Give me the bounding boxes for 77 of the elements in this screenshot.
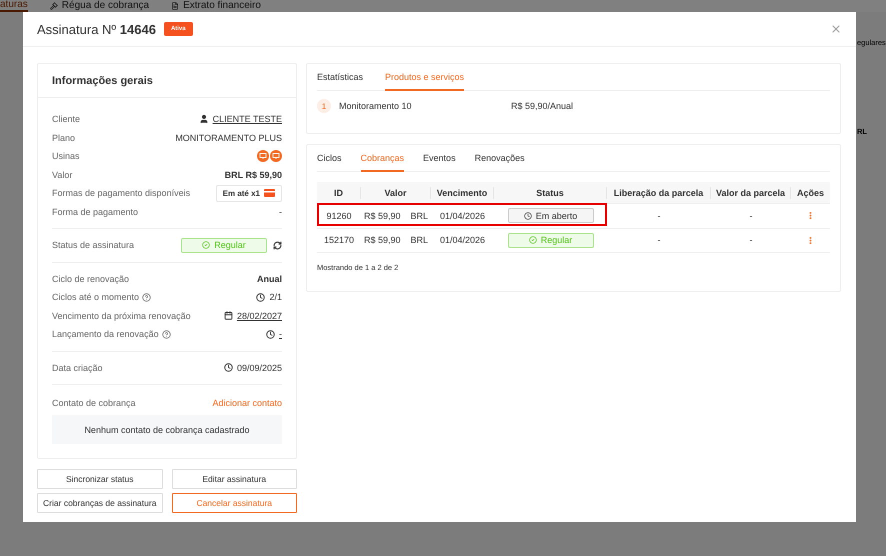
table-cell-text: 91260 xyxy=(325,210,353,221)
field-value: MONITORAMENTO PLUS xyxy=(175,132,282,143)
tab[interactable]: Estatísticas xyxy=(317,64,364,91)
field-label: Plano xyxy=(52,132,76,143)
clock-icon xyxy=(224,363,233,372)
client-link[interactable]: CLIENTE TESTE xyxy=(212,114,282,124)
column-header: Vencimento xyxy=(431,186,494,198)
date-link[interactable]: 28/02/2027 xyxy=(236,310,282,321)
close-icon[interactable] xyxy=(830,23,842,35)
product-price: R$ 59,90/Anual xyxy=(511,101,574,111)
empty-message: Nenhum contato de cobrança cadastrado xyxy=(52,415,282,444)
action-button[interactable]: Editar assinatura xyxy=(172,469,297,489)
table-cell: BRL xyxy=(410,210,428,221)
modal-title: Assinatura Nº 14646 xyxy=(37,22,156,36)
status-pill: Regular xyxy=(181,238,267,253)
column-header: Liberação da parcela xyxy=(607,186,711,198)
field-label: Cliente xyxy=(52,114,80,124)
column-header: Status xyxy=(494,186,607,198)
field-label: Usinas xyxy=(52,151,80,162)
user-icon xyxy=(198,114,209,124)
product-name: Monitoramento 10 xyxy=(339,101,413,111)
field-label: Lançamento da renovação xyxy=(52,329,159,340)
field-label: Forma de pagamento xyxy=(52,206,138,217)
field-label: Ciclo de renovação xyxy=(52,274,130,284)
calendar-icon xyxy=(224,311,233,320)
sync-icon[interactable] xyxy=(273,240,282,250)
item-number: 1 xyxy=(317,99,331,113)
table-cell-text: - xyxy=(748,235,754,246)
status-pill: Em aberto xyxy=(508,208,594,224)
nav-tab[interactable]: Extrato financeiro xyxy=(171,0,261,12)
table-cell-text: 152170 xyxy=(322,235,356,246)
document-icon xyxy=(171,2,180,10)
column-header: Ações xyxy=(796,186,825,198)
field-value: - xyxy=(279,206,282,217)
table-cell-text: - xyxy=(656,235,662,246)
field-value: Anual xyxy=(256,274,282,284)
status-pill: Regular xyxy=(508,232,594,248)
help-icon xyxy=(142,292,152,302)
table-cell-text: - xyxy=(656,210,662,221)
field-label: Data criação xyxy=(52,362,103,373)
table-cell: R$ 59,90 xyxy=(364,235,400,246)
tab[interactable]: Eventos xyxy=(423,145,456,172)
clock-icon xyxy=(266,330,275,339)
action-button[interactable]: Sincronizar status xyxy=(37,469,162,489)
column-header: Valor xyxy=(361,186,431,198)
solar-plant-icon xyxy=(270,150,282,162)
field-value: 09/09/2025 xyxy=(236,362,282,373)
column-header: ID xyxy=(317,186,361,198)
table-cell: R$ 59,90 xyxy=(364,210,400,221)
clock-icon xyxy=(256,292,266,302)
field-label: Formas de pagamento disponíveis xyxy=(52,188,190,198)
table-cell: BRL xyxy=(410,235,428,246)
clock-icon xyxy=(524,212,532,220)
gavel-icon xyxy=(50,2,58,10)
tab[interactable]: Ciclos xyxy=(317,145,342,172)
action-button[interactable]: Criar cobranças de assinatura xyxy=(37,493,162,513)
check-icon xyxy=(202,241,210,250)
field-label: Ciclos até o momento xyxy=(52,292,140,302)
field-label: Status de assinatura xyxy=(52,240,134,250)
card-title: Informações gerais xyxy=(38,64,296,98)
check-icon xyxy=(528,236,537,244)
table-cell-text: - xyxy=(748,210,754,221)
table-cell-text: 01/04/2026 xyxy=(438,210,486,221)
column-header: Valor da parcela xyxy=(711,186,791,198)
field-label: Contato de cobrança xyxy=(52,398,136,408)
field-value: BRL R$ 59,90 xyxy=(224,170,282,180)
solar-plant-icon xyxy=(257,150,269,162)
card-icon xyxy=(264,189,275,198)
field-label: Valor xyxy=(52,170,72,180)
help-icon xyxy=(162,330,171,339)
field-label: Vencimento da próxima renovação xyxy=(52,310,191,321)
field-value: 2/1 xyxy=(269,292,282,302)
tab[interactable]: Renovações xyxy=(474,145,525,172)
nav-tab[interactable]: Régua de cobrança xyxy=(50,0,150,12)
table-cell-text: 01/04/2026 xyxy=(438,235,486,246)
payment-chip: Em até x1 xyxy=(216,184,282,202)
date-link[interactable]: - xyxy=(279,329,282,340)
